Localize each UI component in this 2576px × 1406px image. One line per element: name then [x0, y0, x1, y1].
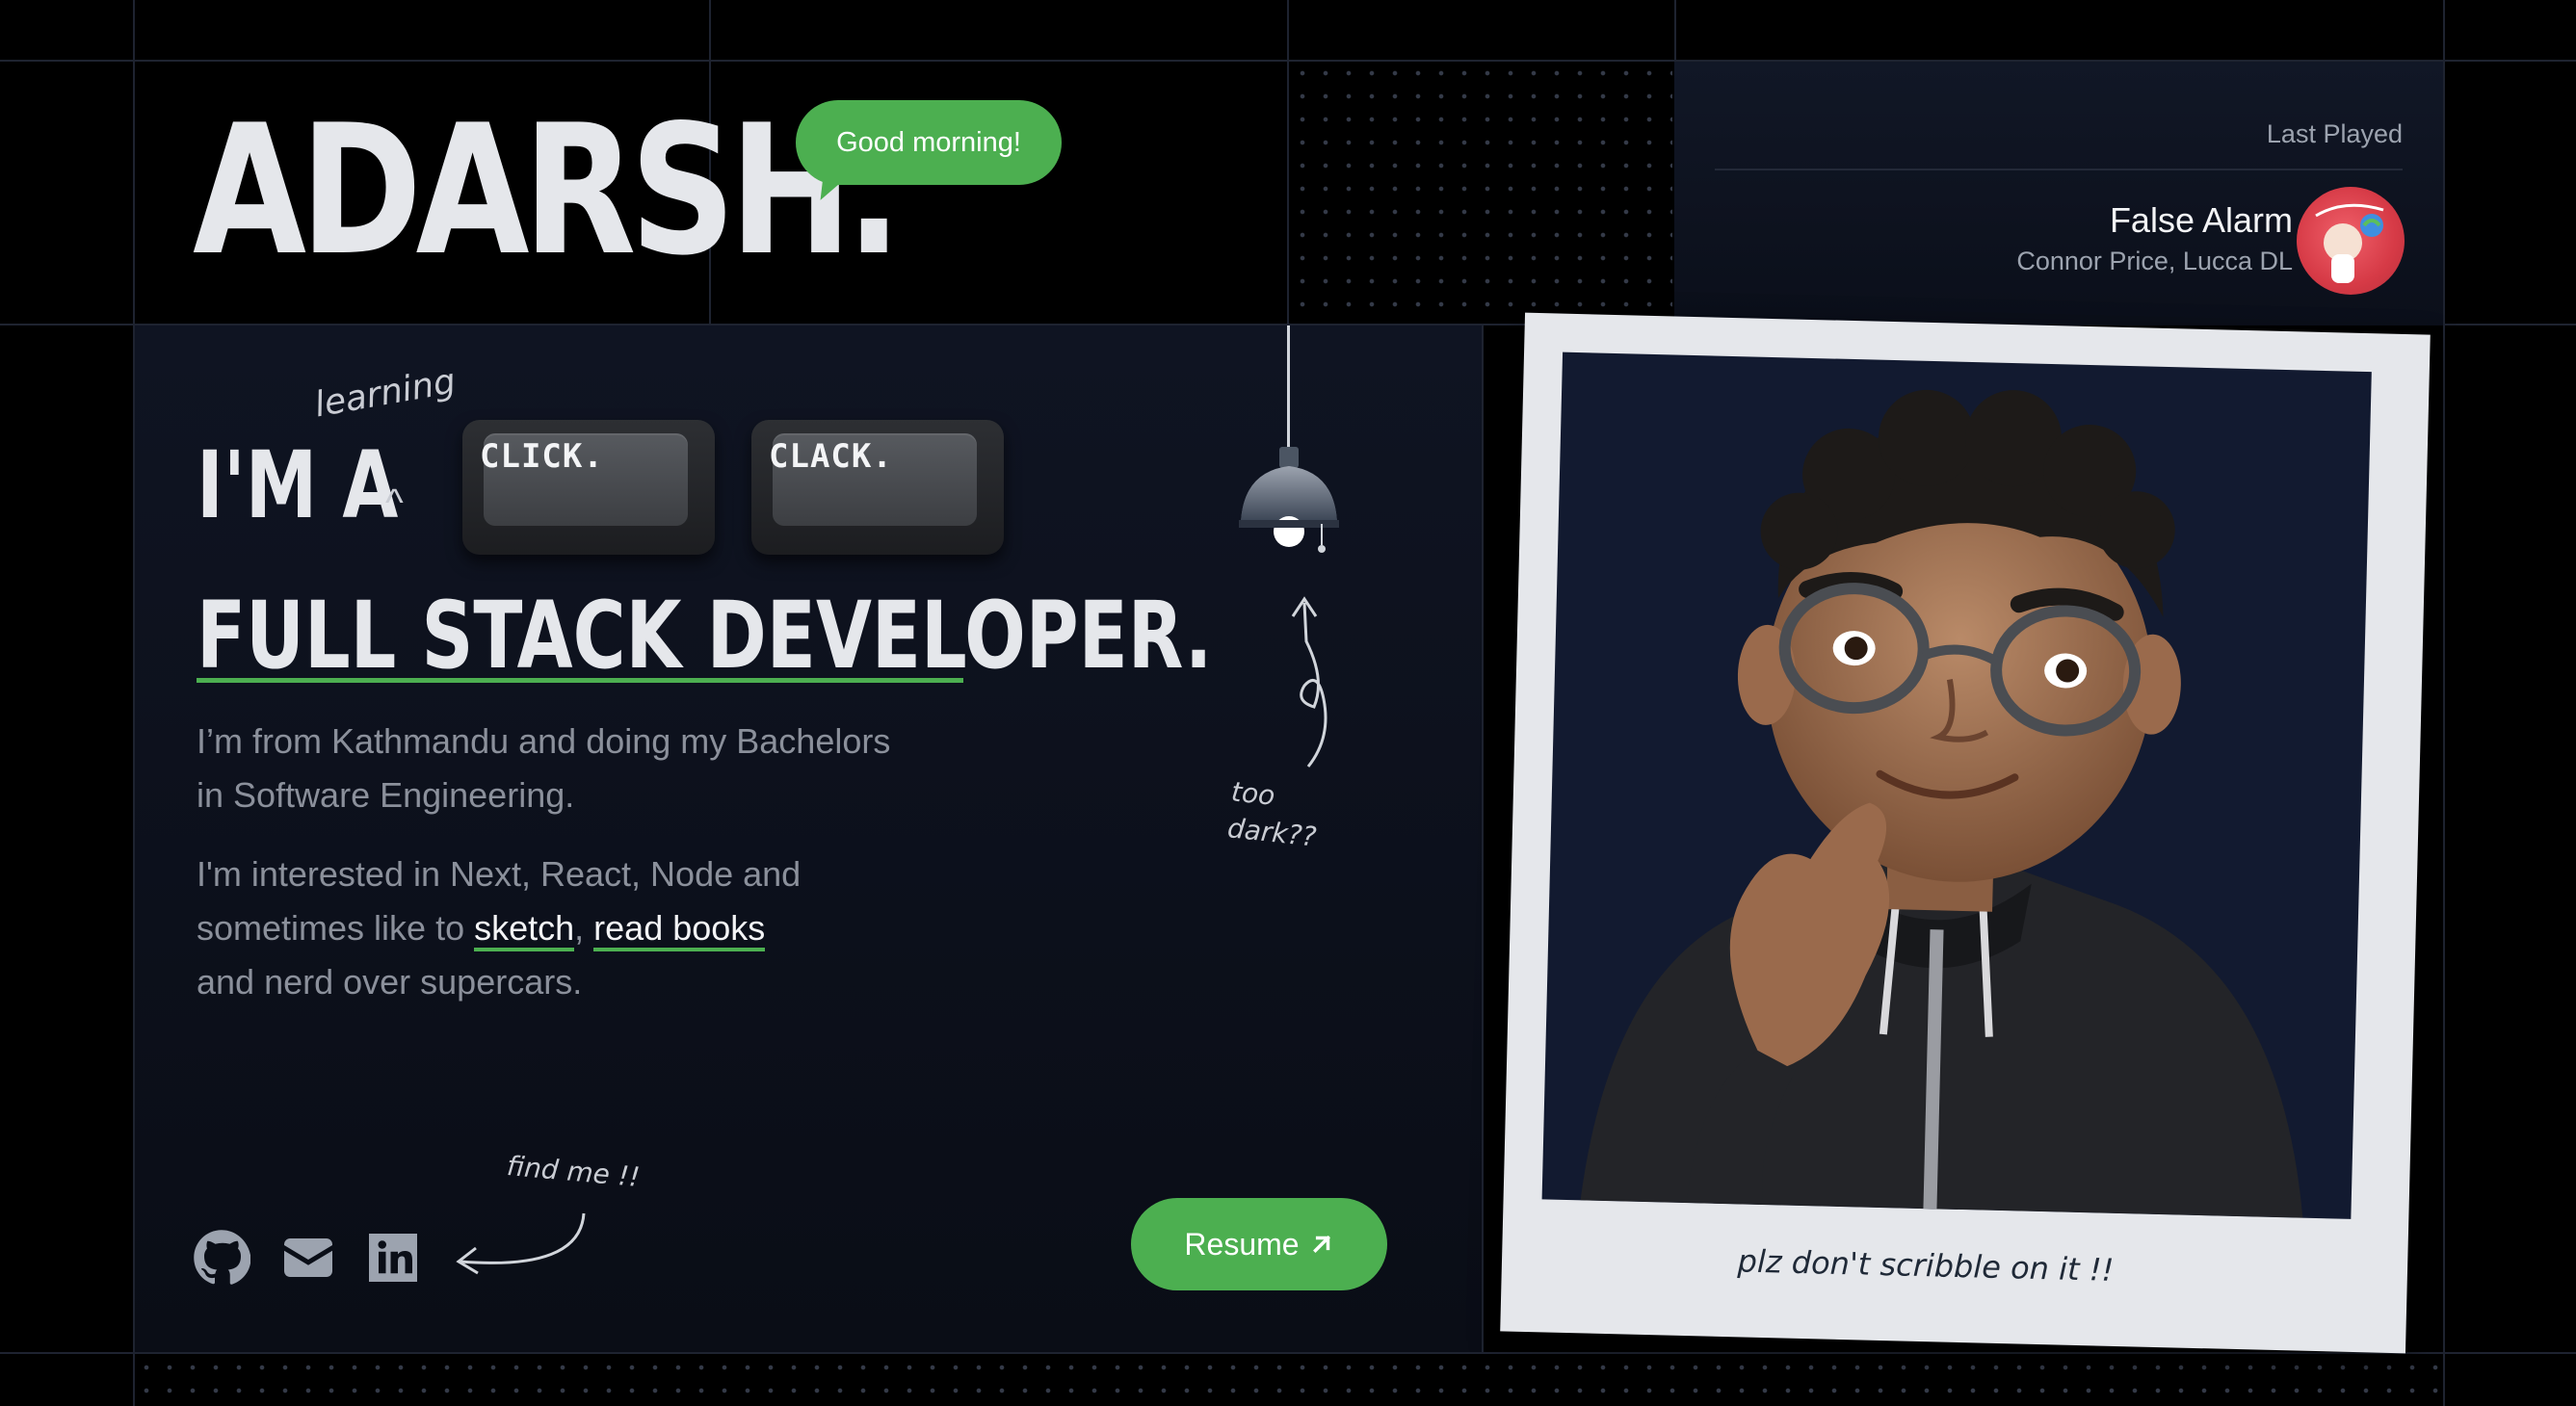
page: ADARSH. Good morning! Last Played False … [0, 0, 2576, 1406]
last-played-label: Last Played [2266, 119, 2403, 148]
role-title: FULL STACK DEVELOPER. [197, 582, 1213, 690]
github-icon[interactable] [193, 1229, 251, 1287]
dot-pattern [1291, 62, 1672, 324]
interests-text: sometimes like to [197, 908, 475, 948]
song-title: False Alarm [2109, 200, 2293, 240]
grid-line [1482, 325, 1484, 1352]
grid-line [1287, 0, 1289, 325]
curved-arrow-icon [456, 1212, 586, 1275]
divider [1715, 169, 2403, 170]
memoji-avatar [1580, 389, 2303, 1218]
interests-paragraph: I'm interested in Next, React, Node and … [197, 847, 801, 1009]
bio-line: in Software Engineering. [197, 775, 575, 815]
lamp-toggle[interactable] [1231, 443, 1347, 563]
interests-line: I'm interested in Next, React, Node and [197, 854, 802, 894]
interests-separator: , [574, 908, 594, 948]
read-books-link[interactable]: read books [593, 908, 766, 951]
lamp-note: too dark?? [1225, 773, 1322, 855]
caret-icon: ^ [385, 482, 404, 524]
lamp-icon [1239, 447, 1339, 553]
last-played-card[interactable]: Last Played False Alarm Connor Price, Lu… [1674, 62, 2443, 325]
keycap-label: CLACK. [769, 437, 893, 476]
grid-line [2443, 0, 2445, 1406]
greeting-bubble: Good morning! [796, 100, 1062, 185]
resume-label: Resume [1184, 1226, 1300, 1262]
bio-paragraph: I’m from Kathmandu and doing my Bachelor… [197, 715, 890, 822]
keycap-label: CLICK. [480, 437, 604, 476]
mail-icon[interactable] [279, 1229, 337, 1287]
keycap-clack[interactable]: CLACK. [751, 420, 1004, 555]
grid-line [0, 1352, 2576, 1354]
sketch-link[interactable]: sketch [474, 908, 575, 951]
bio-line: I’m from Kathmandu and doing my Bachelor… [197, 721, 891, 761]
polaroid-caption: plz don't scribble on it !! [1737, 1242, 2115, 1289]
dot-pattern [135, 1356, 2443, 1406]
role-underline [197, 678, 963, 683]
song-artist: Connor Price, Lucca DL [2016, 247, 2293, 275]
resume-button[interactable]: Resume [1131, 1198, 1387, 1290]
polaroid-frame: plz don't scribble on it !! [1500, 312, 2431, 1354]
keycap-click[interactable]: CLICK. [462, 420, 715, 555]
site-logo[interactable]: ADARSH. [193, 101, 902, 280]
interests-line: sometimes like to sketch, read books [197, 901, 801, 955]
album-cover-icon [2297, 187, 2405, 295]
interests-line: and nerd over supercars. [197, 962, 583, 1002]
lamp-cord [1287, 325, 1290, 449]
hero-prefix: I'M A [197, 431, 399, 539]
arrow-up-right-icon [1312, 1236, 1330, 1253]
linkedin-icon[interactable] [364, 1229, 422, 1287]
curly-arrow-icon [1291, 596, 1327, 768]
profile-photo [1541, 352, 2372, 1219]
